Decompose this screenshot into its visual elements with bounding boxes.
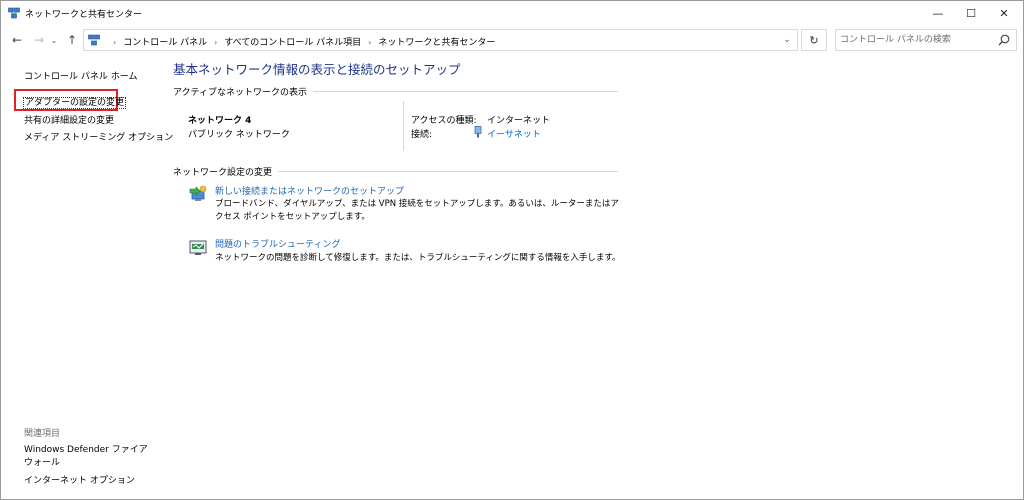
window: ネットワークと共有センター — ☐ ✕ ← → ⌄ ↑ › コントロール パネル ›… [0, 0, 1024, 500]
maximize-button[interactable]: ☐ [954, 1, 988, 25]
chevron-down-icon[interactable]: ⌄ [779, 32, 795, 48]
active-networks-heading: アクティブなネットワークの表示 [173, 85, 314, 98]
close-button[interactable]: ✕ [987, 1, 1021, 25]
search-box[interactable] [835, 29, 1017, 51]
network-type: パブリック ネットワーク [188, 130, 290, 140]
network-center-icon [8, 7, 20, 19]
internet-options-link[interactable]: インターネット オプション [24, 473, 135, 486]
access-type-value: インターネット [487, 116, 551, 126]
new-connection-link[interactable]: 新しい接続またはネットワークのセットアップ [215, 184, 404, 197]
change-settings-heading: ネットワーク設定の変更 [173, 165, 279, 178]
network-name: ネットワーク 4 [188, 116, 252, 126]
troubleshoot-description: ネットワークの問題を診断して修復します。または、トラブルシューティングに関する情… [215, 253, 621, 263]
main-content: 基本ネットワーク情報の表示と接続のセットアップ アクティブなネットワークの表示 … [173, 1, 633, 500]
minimize-button[interactable]: — [921, 1, 955, 25]
left-pane: コントロール パネル ホーム アダプターの設定の変更 共有の詳細設定の変更 メデ… [22, 1, 173, 500]
defender-firewall-link[interactable]: Windows Defender ファイアウォール [24, 444, 152, 470]
search-input[interactable] [840, 33, 990, 47]
search-icon[interactable] [997, 33, 1011, 47]
ethernet-connection-link[interactable]: イーサネット [487, 127, 541, 140]
access-type-label: アクセスの種類: [411, 116, 477, 126]
vertical-divider [403, 101, 404, 151]
new-connection-description: ブロードバンド、ダイヤルアップ、または VPN 接続をセットアップします。あるい… [215, 199, 619, 222]
change-settings-section: ネットワーク設定の変更 [173, 165, 618, 185]
related-heading: 関連項目 [24, 429, 61, 439]
active-networks-section: アクティブなネットワークの表示 [173, 85, 618, 105]
troubleshoot-link[interactable]: 問題のトラブルシューティング [215, 237, 340, 250]
advanced-sharing-settings-link[interactable]: 共有の詳細設定の変更 [24, 113, 114, 126]
media-streaming-options-link[interactable]: メディア ストリーミング オプション [24, 130, 173, 143]
change-adapter-settings-label[interactable]: アダプターの設定の変更 [22, 97, 127, 109]
new-connection-icon [189, 185, 207, 201]
control-panel-home-link[interactable]: コントロール パネル ホーム [24, 69, 137, 82]
ethernet-icon [474, 126, 482, 138]
change-adapter-settings-link[interactable]: アダプターの設定の変更 [22, 95, 127, 109]
troubleshoot-icon [189, 240, 207, 255]
connection-label: 接続: [411, 130, 433, 140]
refresh-button[interactable]: ↻ [801, 29, 827, 51]
page-title: 基本ネットワーク情報の表示と接続のセットアップ [173, 62, 461, 77]
